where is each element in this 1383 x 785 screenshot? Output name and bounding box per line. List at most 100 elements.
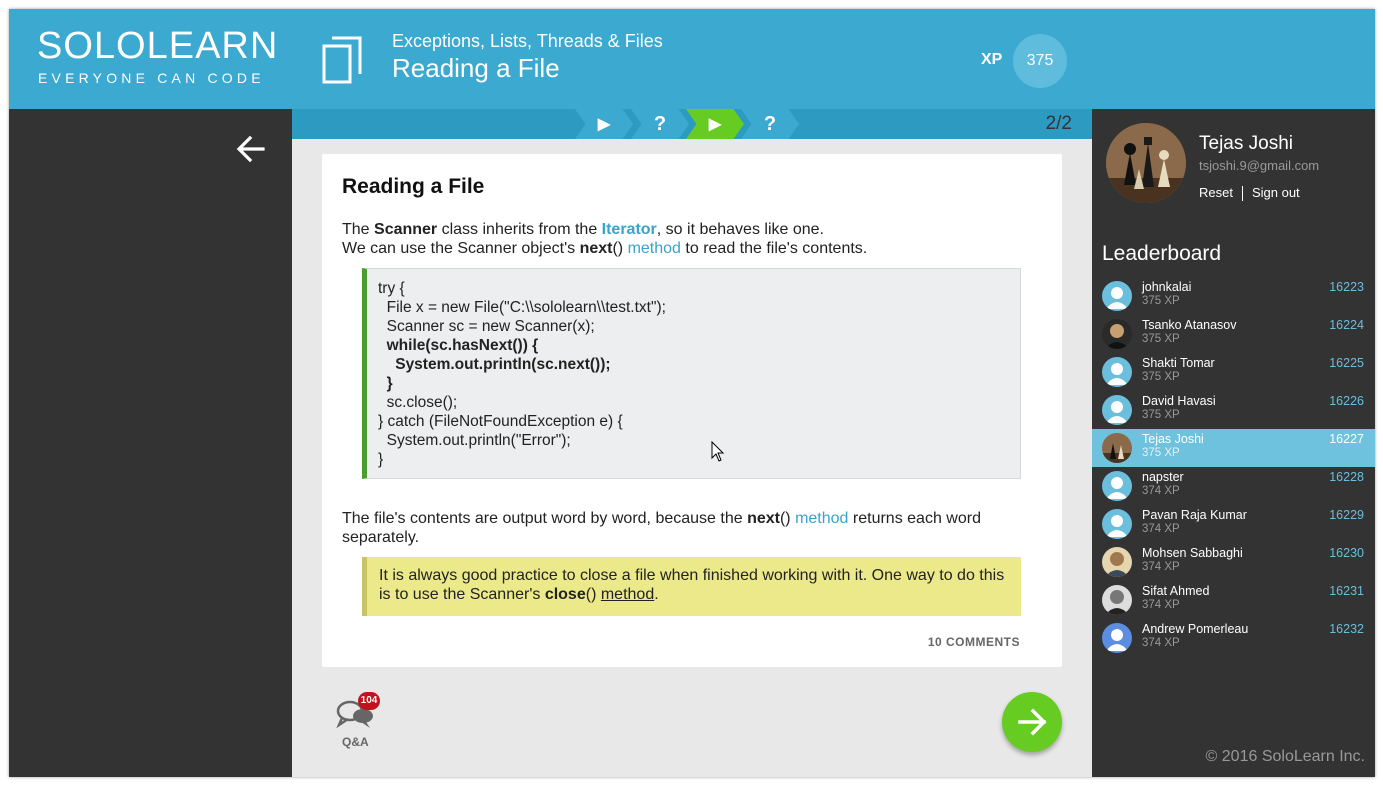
leaderboard-name: Shakti Tomar bbox=[1142, 356, 1215, 370]
keyword-close: close bbox=[544, 586, 586, 603]
leaderboard-row[interactable]: Pavan Raja Kumar 374 XP 16229 bbox=[1092, 505, 1375, 543]
code-line: } catch (FileNotFoundException e) { bbox=[378, 413, 623, 430]
next-button[interactable] bbox=[1002, 692, 1062, 752]
reset-link[interactable]: Reset bbox=[1199, 185, 1233, 200]
lesson-card: Reading a File The Scanner class inherit… bbox=[322, 154, 1062, 667]
user-photo-icon bbox=[1105, 324, 1129, 349]
leaderboard-name: Pavan Raja Kumar bbox=[1142, 508, 1247, 522]
leaderboard-name: David Havasi bbox=[1142, 394, 1216, 408]
code-line: sc.close(); bbox=[378, 394, 458, 411]
user-icon bbox=[1106, 363, 1128, 385]
user-photo-icon bbox=[1105, 552, 1129, 577]
code-block: try { File x = new File("C:\\sololearn\\… bbox=[362, 268, 1021, 479]
code-line: File x = new File("C:\\sololearn\\test.t… bbox=[378, 299, 666, 316]
text: () bbox=[779, 510, 791, 527]
lesson-progress-bar: ▶ ? ▶ ? 2/2 bbox=[292, 109, 1092, 139]
user-email: tsjoshi.9@gmail.com bbox=[1199, 158, 1320, 173]
leaderboard-xp: 375 XP bbox=[1142, 409, 1180, 421]
sign-out-link[interactable]: Sign out bbox=[1252, 185, 1300, 200]
avatar bbox=[1102, 395, 1132, 425]
leaderboard-row[interactable]: Sifat Ahmed 374 XP 16231 bbox=[1092, 581, 1375, 619]
leaderboard-rank: 16223 bbox=[1329, 280, 1364, 294]
leaderboard-row[interactable]: Tsanko Atanasov 375 XP 16224 bbox=[1092, 315, 1375, 353]
qa-count-badge: 104 bbox=[358, 692, 380, 710]
leaderboard-row-current-user[interactable]: Tejas Joshi 375 XP 16227 bbox=[1092, 429, 1375, 467]
avatar bbox=[1102, 471, 1132, 501]
lesson-title: Reading a File bbox=[392, 53, 560, 83]
avatar bbox=[1102, 433, 1132, 463]
leaderboard-rank: 16228 bbox=[1329, 470, 1364, 484]
method-link[interactable]: method bbox=[628, 240, 681, 257]
leaderboard-rank: 16229 bbox=[1329, 508, 1364, 522]
step-counter: 2/2 bbox=[1045, 113, 1072, 134]
leaderboard-rank: 16224 bbox=[1329, 318, 1364, 332]
leaderboard-name: Sifat Ahmed bbox=[1142, 584, 1210, 598]
avatar[interactable] bbox=[1106, 123, 1186, 203]
sololearn-logo[interactable]: SOLOLEARN bbox=[37, 25, 278, 68]
lesson-heading: Reading a File bbox=[342, 175, 485, 198]
leaderboard-rank: 16230 bbox=[1329, 546, 1364, 560]
course-title: Exceptions, Lists, Threads & Files bbox=[392, 31, 663, 51]
user-photo-icon bbox=[1105, 590, 1129, 615]
leaderboard-xp: 375 XP bbox=[1142, 295, 1180, 307]
mouse-cursor-icon bbox=[711, 441, 725, 462]
avatar bbox=[1102, 547, 1132, 577]
leaderboard-name: Tsanko Atanasov bbox=[1142, 318, 1237, 332]
method-link[interactable]: method bbox=[601, 586, 654, 603]
text: The file's contents are output word by w… bbox=[342, 510, 748, 527]
arrow-left-icon[interactable] bbox=[235, 133, 267, 165]
text: We can use the Scanner object's bbox=[342, 240, 580, 257]
leaderboard-name: Andrew Pomerleau bbox=[1142, 622, 1249, 636]
xp-label: XP bbox=[981, 51, 1003, 68]
qa-label: Q&A bbox=[342, 735, 369, 749]
qa-button[interactable]: 104 Q&A bbox=[336, 692, 380, 752]
leaderboard-xp: 374 XP bbox=[1142, 485, 1180, 497]
leaderboard-xp: 374 XP bbox=[1142, 561, 1180, 573]
step-lesson-2[interactable]: ▶ bbox=[686, 109, 744, 139]
code-line: while(sc.hasNext()) { bbox=[378, 337, 539, 354]
leaderboard-row[interactable]: napster 374 XP 16228 bbox=[1092, 467, 1375, 505]
step-quiz-1[interactable]: ? bbox=[631, 109, 689, 139]
iterator-link[interactable]: Iterator bbox=[602, 221, 657, 238]
keyword-scanner: Scanner bbox=[374, 221, 438, 238]
step-lesson-1[interactable]: ▶ bbox=[575, 109, 633, 139]
leaderboard-row[interactable]: Mohsen Sabbaghi 374 XP 16230 bbox=[1092, 543, 1375, 581]
leaderboard-title: Leaderboard bbox=[1102, 242, 1222, 265]
leaderboard-row[interactable]: David Havasi 375 XP 16226 bbox=[1092, 391, 1375, 429]
user-links: Reset Sign out bbox=[1199, 185, 1300, 202]
code-line: } bbox=[378, 375, 393, 392]
text: The bbox=[342, 221, 375, 238]
left-sidebar bbox=[9, 109, 292, 777]
avatar bbox=[1102, 585, 1132, 615]
avatar bbox=[1102, 357, 1132, 387]
user-icon bbox=[1106, 477, 1128, 499]
text: () bbox=[585, 586, 597, 603]
code-line: Scanner sc = new Scanner(x); bbox=[378, 318, 595, 335]
leaderboard-row[interactable]: Andrew Pomerleau 374 XP 16232 bbox=[1092, 619, 1375, 657]
method-link[interactable]: method bbox=[795, 510, 848, 527]
comments-link[interactable]: 10 COMMENTS bbox=[928, 635, 1020, 649]
leaderboard-name: napster bbox=[1142, 470, 1184, 484]
text: () bbox=[612, 240, 624, 257]
leaderboard-xp: 375 XP bbox=[1142, 371, 1180, 383]
avatar bbox=[1102, 281, 1132, 311]
question-icon: ? bbox=[763, 112, 777, 135]
text: class inherits from the bbox=[437, 221, 602, 238]
step-quiz-2[interactable]: ? bbox=[741, 109, 799, 139]
leaderboard-rank: 16227 bbox=[1329, 432, 1364, 446]
leaderboard-list: johnkalai 375 XP 16223 Tsanko Atanasov 3… bbox=[1092, 277, 1375, 657]
leaderboard-row[interactable]: johnkalai 375 XP 16223 bbox=[1092, 277, 1375, 315]
text: to read the file's contents. bbox=[680, 240, 868, 257]
leaderboard-rank: 16225 bbox=[1329, 356, 1364, 370]
user-icon bbox=[1106, 401, 1128, 423]
right-sidebar: Tejas Joshi tsjoshi.9@gmail.com Reset Sig… bbox=[1092, 109, 1375, 777]
leaderboard-name: johnkalai bbox=[1142, 280, 1192, 294]
code-line: } bbox=[378, 451, 384, 468]
code-line: System.out.println("Error"); bbox=[378, 432, 571, 449]
user-icon bbox=[1106, 287, 1128, 309]
leaderboard-row[interactable]: Shakti Tomar 375 XP 16225 bbox=[1092, 353, 1375, 391]
user-icon bbox=[1106, 515, 1128, 537]
avatar bbox=[1102, 509, 1132, 539]
tip-note: It is always good practice to close a fi… bbox=[362, 557, 1021, 616]
avatar bbox=[1102, 623, 1132, 653]
